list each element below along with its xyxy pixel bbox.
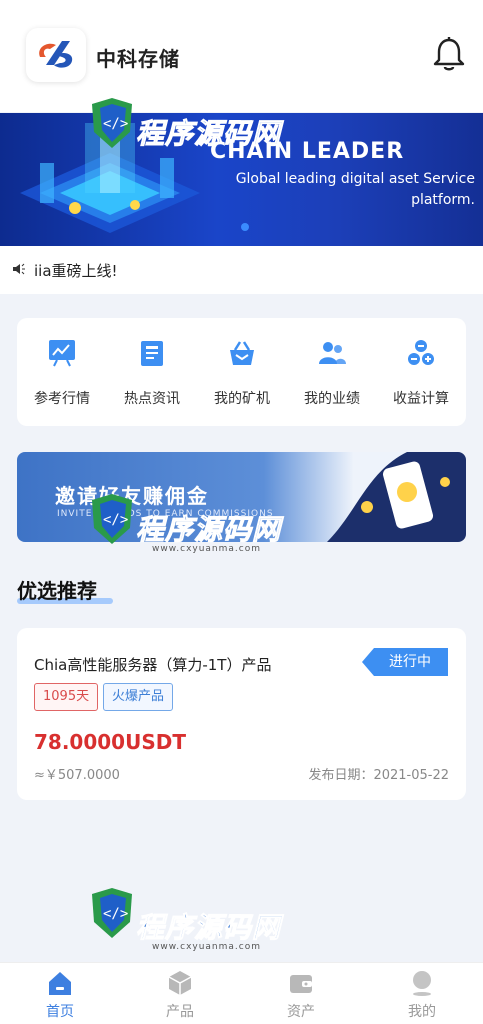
- hot-tag: 火爆产品: [103, 683, 174, 711]
- chart-board-icon: [49, 340, 75, 367]
- shortcut-label: 收益计算: [393, 391, 449, 407]
- promo-banner[interactable]: CHAIN LEADER Global leading digital aset…: [0, 113, 483, 246]
- watermark: </> 程序源码网 www.cxyuanma.com: [86, 882, 296, 972]
- tab-profile[interactable]: 我的: [362, 963, 482, 1024]
- release-date: 发布日期：2021-05-22: [308, 768, 449, 783]
- shortcut-performance[interactable]: 我的业绩: [287, 318, 377, 426]
- watermark-shield-icon: </>: [92, 888, 132, 938]
- tab-products[interactable]: 产品: [120, 963, 240, 1024]
- notice-text: iia重磅上线!: [34, 262, 118, 280]
- page: 中科存储 CHAIN LEADER Global leading digital…: [0, 0, 483, 1024]
- notice-bar[interactable]: iia重磅上线!: [0, 246, 483, 294]
- shortcut-news[interactable]: 热点资讯: [107, 318, 197, 426]
- home-icon: [49, 972, 71, 995]
- shortcut-miners[interactable]: 我的矿机: [197, 318, 287, 426]
- wallet-icon: [290, 975, 312, 993]
- bell-icon[interactable]: [432, 36, 466, 72]
- invite-title: 邀请好友赚佣金: [55, 484, 209, 508]
- speaker-icon: [13, 263, 25, 275]
- banner-subtitle: Global leading digital aset Service plat…: [235, 171, 475, 208]
- duration-tag: 1095天: [34, 683, 99, 711]
- phone-coins-illustration-icon: [327, 452, 466, 542]
- status-badge: 进行中: [362, 648, 448, 676]
- shortcut-label: 参考行情: [34, 391, 90, 407]
- banner-headline: CHAIN LEADER: [210, 139, 405, 164]
- shortcut-grid: 参考行情 热点资讯 我的矿机 我的业绩 收益计算: [17, 318, 466, 426]
- tab-label: 资产: [287, 1004, 315, 1020]
- basket-icon: [230, 341, 254, 365]
- price-cny: ≈￥507.0000: [34, 768, 120, 783]
- section-title: 优选推荐: [17, 579, 97, 603]
- shortcut-label: 我的业绩: [304, 391, 360, 407]
- invite-banner[interactable]: 邀请好友赚佣金 INVITE FRIENDS TO EARN COMMISSIO…: [17, 452, 466, 542]
- tab-label: 首页: [46, 1004, 74, 1020]
- shortcut-calculator[interactable]: 收益计算: [376, 318, 466, 426]
- bottom-tabbar: 首页 产品 资产 我的: [0, 962, 483, 1024]
- users-icon: [319, 342, 346, 364]
- shortcut-market[interactable]: 参考行情: [17, 318, 107, 426]
- svg-text:</>: </>: [103, 906, 128, 922]
- tab-home[interactable]: 首页: [0, 963, 120, 1024]
- calculator-icon: [408, 340, 434, 365]
- tab-label: 我的: [408, 1004, 436, 1020]
- tab-assets[interactable]: 资产: [241, 963, 361, 1024]
- product-name: Chia高性能服务器（算力-1T）产品: [34, 656, 272, 674]
- box-icon: [168, 971, 192, 995]
- app-logo: [26, 28, 86, 82]
- app-title: 中科存储: [96, 47, 180, 71]
- shortcut-label: 我的矿机: [214, 391, 270, 407]
- profile-icon: [413, 971, 431, 996]
- tab-label: 产品: [166, 1004, 194, 1020]
- app-header: 中科存储: [0, 0, 483, 112]
- news-icon: [141, 341, 163, 366]
- invite-subtitle: INVITE FRIENDS TO EARN COMMISSIONS: [57, 509, 274, 519]
- shortcut-label: 热点资讯: [124, 391, 180, 407]
- product-price: 78.0000USDT: [34, 730, 186, 754]
- carousel-dot[interactable]: [241, 223, 249, 231]
- product-card[interactable]: Chia高性能服务器（算力-1T）产品 进行中 1095天 火爆产品 78.00…: [17, 628, 466, 800]
